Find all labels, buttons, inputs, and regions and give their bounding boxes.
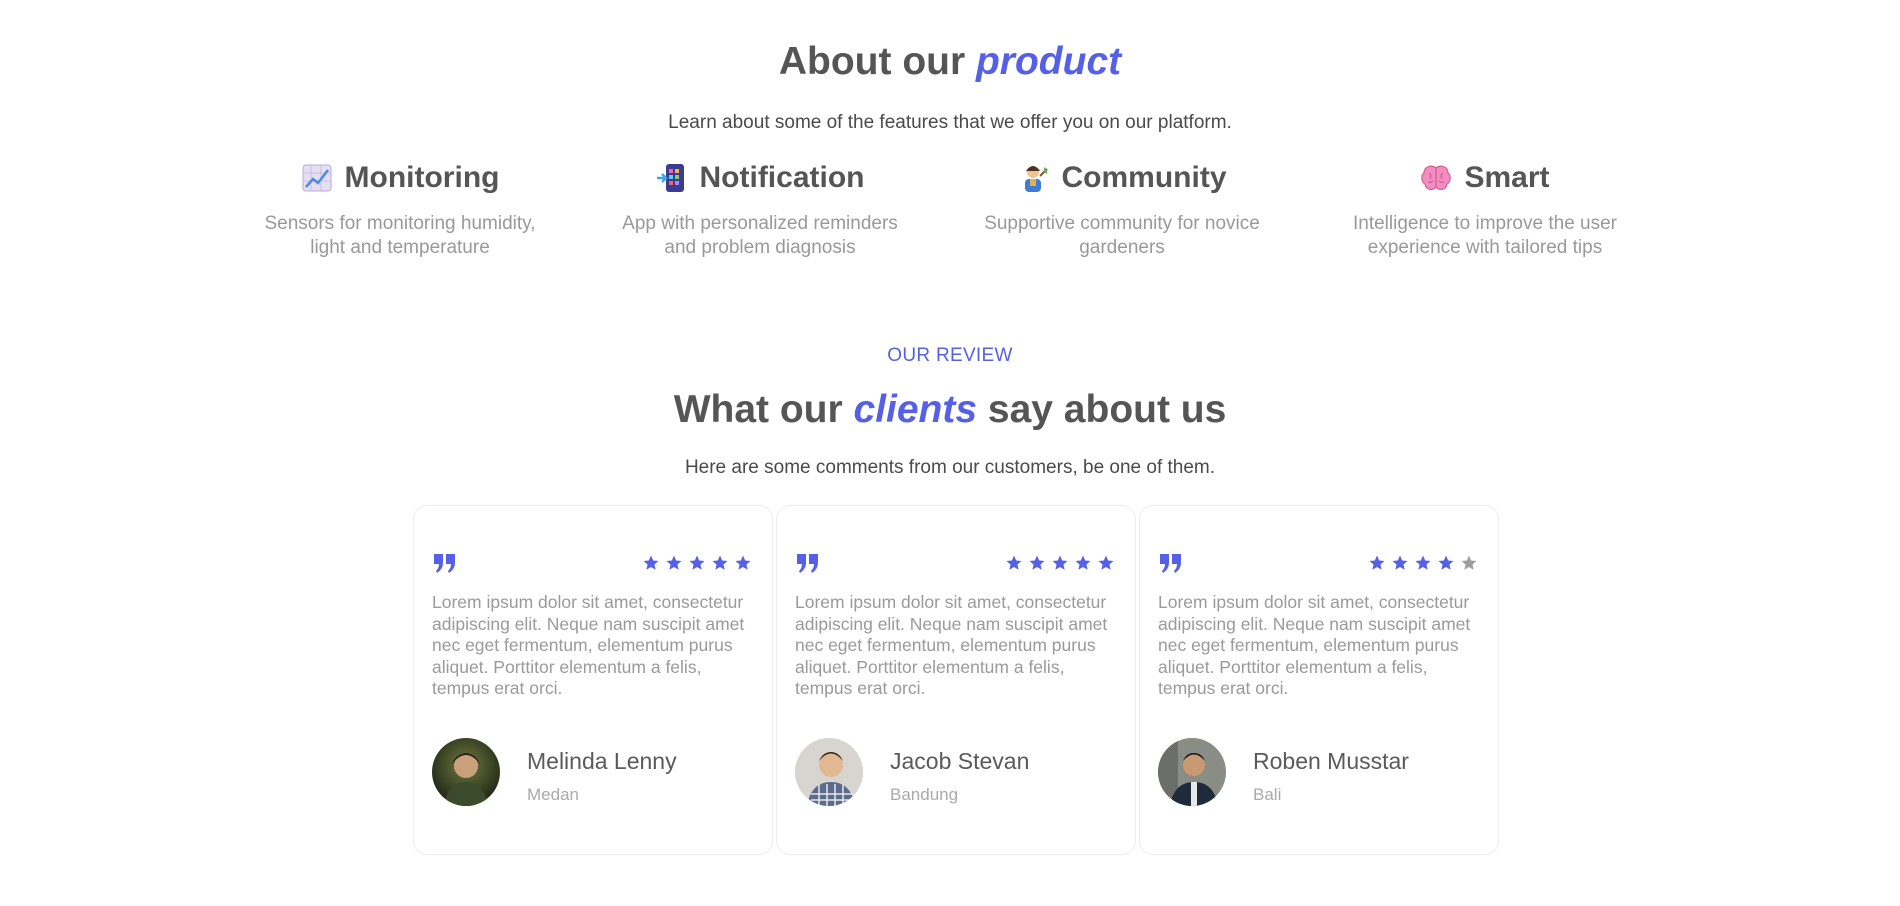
review-title-plain: What our bbox=[673, 388, 854, 431]
features-row: Monitoring Sensors for monitoring humidi… bbox=[230, 158, 1670, 278]
reviewer-city: Medan bbox=[527, 785, 579, 804]
review-card: Lorem ipsum dolor sit amet, consectetur … bbox=[776, 505, 1136, 855]
review-card: Lorem ipsum dolor sit amet, consectetur … bbox=[413, 505, 773, 855]
star-filled-icon bbox=[735, 555, 751, 570]
chart-increasing-icon bbox=[301, 162, 333, 194]
star-filled-icon bbox=[1075, 555, 1091, 570]
star-filled-icon bbox=[1415, 555, 1431, 570]
review-title: What our clients say about us bbox=[0, 388, 1900, 432]
quote-icon bbox=[432, 552, 458, 574]
feature-smart: Smart Intelligence to improve the user e… bbox=[1315, 158, 1655, 260]
feature-description: Supportive community for novice gardener… bbox=[952, 212, 1292, 260]
feature-title: Notification bbox=[699, 161, 865, 194]
star-empty-icon bbox=[1461, 555, 1477, 570]
star-filled-icon bbox=[1052, 555, 1068, 570]
about-subtitle: Learn about some of the features that we… bbox=[668, 112, 1232, 133]
reviewer-name: Roben Musstar bbox=[1253, 748, 1409, 774]
quote-icon bbox=[1158, 552, 1184, 574]
star-filled-icon bbox=[666, 555, 682, 570]
feature-desc-line: and problem diagnosis bbox=[664, 237, 856, 258]
rating-stars bbox=[1005, 554, 1115, 572]
star-filled-icon bbox=[1369, 555, 1385, 570]
star-filled-icon bbox=[689, 555, 705, 570]
brain-icon bbox=[1420, 162, 1452, 194]
feature-desc-line: experience with tailored tips bbox=[1367, 237, 1603, 258]
reviewer-city: Bandung bbox=[890, 785, 959, 804]
feature-description: Intelligence to improve the user experie… bbox=[1315, 212, 1655, 260]
star-filled-icon bbox=[1438, 555, 1454, 570]
feature-title: Monitoring bbox=[344, 161, 500, 194]
review-eyebrow: OUR REVIEW bbox=[887, 345, 1013, 366]
farmer-icon bbox=[1018, 162, 1050, 194]
reviewer-city: Bali bbox=[1253, 785, 1282, 804]
rating-stars bbox=[1368, 554, 1478, 572]
about-title-plain: About our bbox=[778, 40, 976, 83]
about-title-accent: product bbox=[975, 40, 1122, 83]
feature-desc-line: gardeners bbox=[1079, 237, 1165, 258]
star-filled-icon bbox=[1006, 555, 1022, 570]
review-text: Lorem ipsum dolor sit amet, consectetur … bbox=[432, 592, 745, 698]
avatar bbox=[432, 738, 500, 806]
reviewer-name: Melinda Lenny bbox=[527, 748, 677, 774]
feature-desc-line: Sensors for monitoring humidity, bbox=[264, 213, 536, 234]
review-card: Lorem ipsum dolor sit amet, consectetur … bbox=[1139, 505, 1499, 855]
feature-description: App with personalized reminders and prob… bbox=[590, 212, 930, 260]
rating-stars bbox=[642, 554, 752, 572]
review-text: Lorem ipsum dolor sit amet, consectetur … bbox=[1158, 592, 1471, 698]
review-title-plain: say about us bbox=[977, 388, 1227, 431]
feature-description: Sensors for monitoring humidity, light a… bbox=[230, 212, 570, 260]
avatar bbox=[1158, 738, 1226, 806]
feature-notification: Notification App with personalized remin… bbox=[590, 158, 930, 260]
star-filled-icon bbox=[1098, 555, 1114, 570]
star-filled-icon bbox=[1029, 555, 1045, 570]
feature-desc-line: light and temperature bbox=[310, 237, 490, 258]
feature-desc-line: Supportive community for novice bbox=[984, 213, 1260, 234]
star-filled-icon bbox=[712, 555, 728, 570]
mobile-phone-arrow-icon bbox=[656, 162, 688, 194]
review-subtitle: Here are some comments from our customer… bbox=[684, 457, 1216, 478]
star-filled-icon bbox=[643, 555, 659, 570]
star-filled-icon bbox=[1392, 555, 1408, 570]
about-title: About our product bbox=[0, 40, 1900, 84]
feature-desc-line: App with personalized reminders bbox=[622, 213, 898, 234]
feature-title: Community bbox=[1061, 161, 1227, 194]
feature-desc-line: Intelligence to improve the user bbox=[1352, 213, 1618, 234]
feature-monitoring: Monitoring Sensors for monitoring humidi… bbox=[230, 158, 570, 260]
review-text: Lorem ipsum dolor sit amet, consectetur … bbox=[795, 592, 1108, 698]
avatar bbox=[795, 738, 863, 806]
review-title-accent: clients bbox=[853, 388, 978, 431]
reviewer-name: Jacob Stevan bbox=[890, 748, 1030, 774]
quote-icon bbox=[795, 552, 821, 574]
feature-title: Smart bbox=[1464, 161, 1550, 194]
feature-community: Community Supportive community for novic… bbox=[952, 158, 1292, 260]
